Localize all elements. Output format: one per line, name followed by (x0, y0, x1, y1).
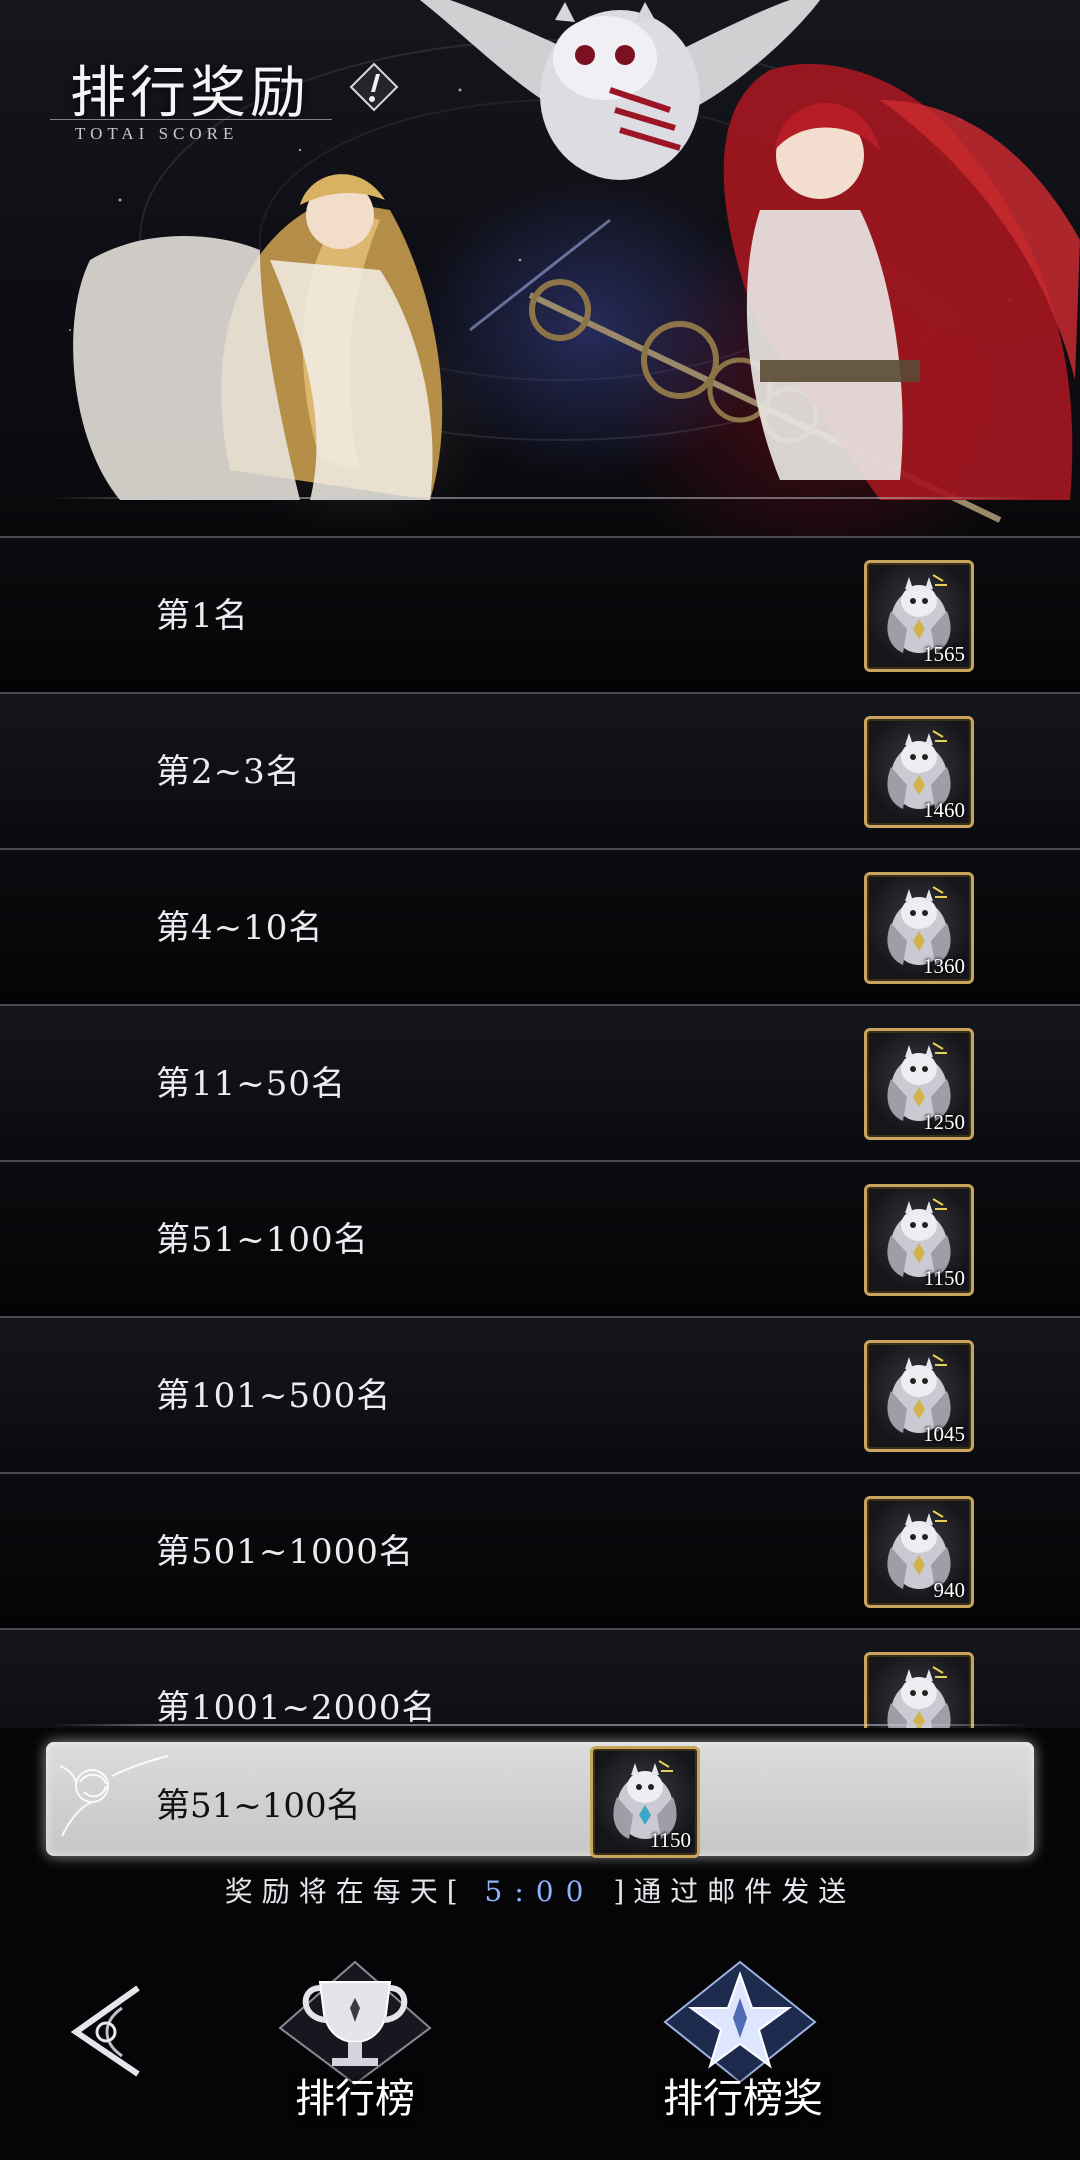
notice-prefix: 奖励将在每天[ (224, 1875, 467, 1908)
my-rank-range: 第51~100名 (156, 1786, 361, 1826)
reward-item[interactable] (864, 1652, 974, 1728)
reward-item[interactable]: 940 (864, 1496, 974, 1608)
reward-list[interactable]: 第1名 1565 第2~3名 1460 第4~10名 1360 第11~50名 … (0, 536, 1080, 1728)
my-rank-panel: 第51~100名 1150 (46, 1742, 1034, 1858)
tab-ranking-label: 排行榜 (295, 2076, 415, 2122)
my-reward-amount: 1150 (649, 1828, 691, 1852)
rank-range: 第51~100名 (156, 1220, 369, 1260)
reward-row: 第1001~2000名 (0, 1628, 1080, 1728)
reward-row: 第11~50名 1250 (0, 1004, 1080, 1160)
reward-row: 第501~1000名 940 (0, 1472, 1080, 1628)
reward-amount: 1565 (923, 642, 965, 666)
reward-amount: 1250 (923, 1110, 965, 1134)
rank-range: 第101~500名 (156, 1376, 392, 1416)
rank-range: 第501~1000名 (156, 1532, 414, 1572)
reward-row: 第1名 1565 (0, 536, 1080, 692)
reward-item[interactable]: 1150 (864, 1184, 974, 1296)
reward-row: 第4~10名 1360 (0, 848, 1080, 1004)
reward-amount: 1150 (923, 1266, 965, 1290)
notice-time: 5:00 (484, 1875, 596, 1908)
my-rank-divider (50, 1724, 1030, 1726)
rank-range: 第2~3名 (156, 752, 301, 792)
tab-ranking-reward-label: 排行榜奖 (663, 2076, 823, 2122)
rose-ornament-icon (59, 1755, 169, 1837)
reward-item[interactable]: 1460 (864, 716, 974, 828)
reward-amount: 940 (933, 1578, 966, 1602)
mail-notice: 奖励将在每天[ 5:00 ]通过邮件发送 (0, 1870, 1080, 1910)
back-button[interactable] (62, 1982, 144, 2080)
page-title: 排行奖励 (70, 61, 310, 126)
my-reward-item[interactable]: 1150 (590, 1746, 700, 1858)
reward-amount: 1045 (923, 1422, 965, 1446)
hero-divider (48, 497, 1032, 499)
reward-item[interactable]: 1250 (864, 1028, 974, 1140)
notice-suffix: ]通过邮件发送 (613, 1875, 856, 1908)
rank-range: 第1001~2000名 (156, 1688, 437, 1728)
reward-item[interactable]: 1360 (864, 872, 974, 984)
reward-row: 第51~100名 1150 (0, 1160, 1080, 1316)
reward-row: 第101~500名 1045 (0, 1316, 1080, 1472)
reward-row: 第2~3名 1460 (0, 692, 1080, 848)
hero-banner: 排行奖励 TOTAI SCORE (0, 0, 1080, 536)
reward-amount: 1460 (923, 798, 965, 822)
reward-item[interactable]: 1045 (864, 1340, 974, 1452)
title-underline (50, 119, 332, 120)
back-arrow-icon (70, 1985, 140, 2077)
owl-emblem-icon (887, 1666, 951, 1728)
reward-item[interactable]: 1565 (864, 560, 974, 672)
rank-range: 第11~50名 (156, 1064, 347, 1104)
tab-ranking[interactable]: 排行榜 (270, 1958, 440, 2128)
rank-range: 第4~10名 (156, 908, 324, 948)
info-diamond-icon[interactable] (349, 62, 399, 112)
page-subtitle: TOTAI SCORE (75, 124, 239, 143)
rank-range: 第1名 (156, 596, 249, 636)
tab-ranking-reward[interactable]: 排行榜奖 (655, 1958, 825, 2128)
reward-amount: 1360 (923, 954, 965, 978)
